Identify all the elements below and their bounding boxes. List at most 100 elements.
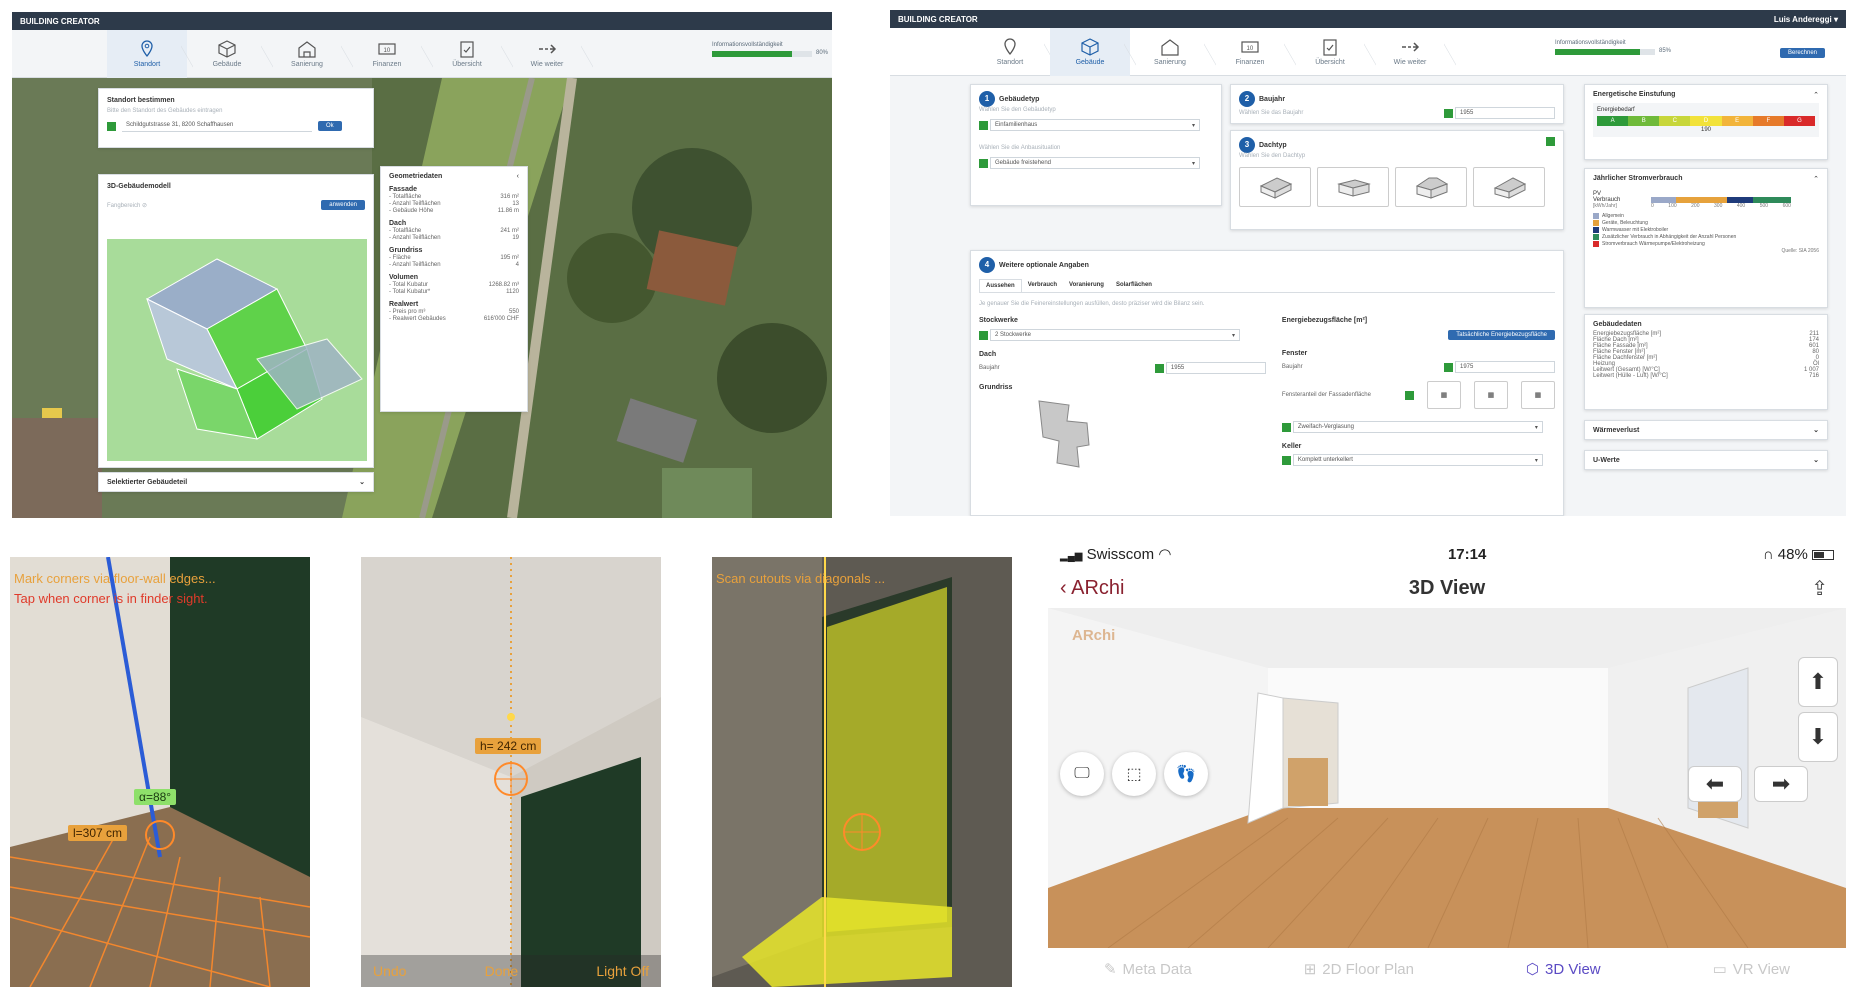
heat-loss-dropdown[interactable]: Wärmeverlust ⌄: [1584, 420, 1828, 440]
chevron-up-icon[interactable]: ⌃: [1813, 91, 1819, 99]
building-data-card: Gebäudedaten Energiebezugsfläche [m²] 211…: [1584, 314, 1828, 410]
u-values-dropdown[interactable]: U-Werte ⌄: [1584, 450, 1828, 470]
location-title: Standort bestimmen: [107, 97, 175, 104]
roof-year-input[interactable]: 1955: [1165, 362, 1266, 374]
eye-off-icon: ⊘: [142, 202, 148, 209]
done-button[interactable]: Done: [485, 963, 518, 979]
step-finanzen[interactable]: 10 Finanzen: [1210, 28, 1296, 76]
roof-option-gable[interactable]: [1239, 167, 1311, 207]
window-ratio-low[interactable]: ▦: [1426, 381, 1461, 409]
tab-verbrauch[interactable]: Verbrauch: [1022, 279, 1063, 292]
step-sanierung[interactable]: Sanierung: [267, 30, 353, 78]
move-down-button[interactable]: ⬇: [1798, 712, 1838, 762]
3d-building-view[interactable]: [107, 239, 367, 461]
tick-label: 200: [1691, 203, 1700, 209]
window-year-input[interactable]: 1975: [1455, 361, 1555, 373]
window-ratio-medium[interactable]: ▦: [1473, 381, 1508, 409]
geometry-section-title: Volumen: [389, 274, 419, 281]
step-gebaeude[interactable]: Gebäude: [187, 30, 273, 78]
arrow-forward-icon: [539, 44, 557, 54]
step-finanzen[interactable]: 10 Finanzen: [347, 30, 433, 78]
panel-building-creator-map: BUILDING CREATOR Standort Gebäude Sanier…: [12, 12, 832, 518]
step-standort[interactable]: Standort: [970, 28, 1056, 76]
cube-icon: [1081, 38, 1099, 56]
turn-left-button[interactable]: ⬅: [1688, 766, 1742, 802]
tab-solarflaechen[interactable]: Solarflächen: [1110, 279, 1158, 292]
fangbereich-toggle[interactable]: Fangbereich ⊘: [107, 202, 147, 209]
tab-3d-view[interactable]: ⬡ 3D View: [1526, 960, 1601, 979]
roof-option-hip[interactable]: [1395, 167, 1467, 207]
cube-icon: [218, 40, 236, 58]
step-wie-weiter[interactable]: Wie weiter: [1370, 28, 1456, 76]
completeness-indicator: Informationsvollständigkeit 85%: [1555, 40, 1672, 55]
mono-pitch-roof-icon: [1493, 177, 1527, 199]
geometry-row: - Total Kubatur 1268.82 m³: [389, 282, 519, 288]
ar-toolbar: Undo Done Light Off: [361, 955, 661, 987]
construction-year-card: 2 Baujahr Wählen Sie das Baujahr 1955: [1230, 84, 1564, 124]
address-input[interactable]: Schildgutstrasse 31, 8200 Schaffhausen: [122, 120, 312, 132]
ar-cutout-scan-view[interactable]: Scan cutouts via diagonals ...: [712, 557, 1012, 987]
legend-swatch: [1593, 213, 1599, 219]
geometry-row: - Totalfläche 316 m²: [389, 194, 519, 200]
arrow-up-icon: ⬆: [1808, 669, 1828, 694]
tab-vr-view[interactable]: ▭ VR View: [1713, 960, 1790, 979]
ok-button[interactable]: Ok: [318, 121, 342, 131]
geometry-row-value: 241 m²: [500, 228, 519, 234]
share-icon[interactable]: ⇪: [1811, 576, 1828, 601]
footprints-icon: 👣: [1176, 766, 1196, 783]
house-window-icon: ▦: [1440, 392, 1448, 399]
calculate-button[interactable]: Berechnen: [1780, 48, 1826, 58]
light-off-button[interactable]: Light Off: [596, 963, 649, 979]
legend-label: Stromverbrauch Wärmepumpe/Elektroheizung: [1602, 241, 1705, 247]
tab-aussehen[interactable]: Aussehen: [979, 279, 1022, 292]
turn-right-button[interactable]: ➡: [1754, 766, 1808, 802]
chevron-left-icon[interactable]: ‹: [517, 173, 519, 180]
attachment-select[interactable]: Gebäude freistehend ▾: [989, 157, 1200, 169]
selected-part-dropdown[interactable]: Selektierter Gebäudeteil ⌄: [98, 472, 374, 492]
basement-select[interactable]: Komplett unterkellert ▾: [1292, 454, 1543, 466]
apply-button[interactable]: anwenden: [321, 200, 365, 210]
energy-class-e: E: [1721, 116, 1753, 126]
roof-option-flat[interactable]: [1317, 167, 1389, 207]
construction-year-input[interactable]: 1955: [1455, 107, 1555, 119]
svg-text:10: 10: [1247, 46, 1254, 52]
geometry-row: - Total Kubatur* 1120: [389, 289, 519, 295]
tab-voranierung[interactable]: Voranierung: [1063, 279, 1110, 292]
roof-option-mono[interactable]: [1473, 167, 1545, 207]
building-type-select[interactable]: Einfamilienhaus ▾: [989, 119, 1200, 131]
tab-meta-data[interactable]: ✎ Meta Data: [1104, 960, 1192, 979]
ar-corner-marking-view[interactable]: Mark corners via floor-wall edges... Tap…: [10, 557, 310, 987]
completeness-bar: [1555, 49, 1655, 55]
flat-roof-icon: [1337, 179, 1371, 197]
actual-ebf-button[interactable]: Tatsächliche Energiebezugsfläche: [1448, 330, 1555, 340]
step-uebersicht[interactable]: Übersicht: [1290, 28, 1376, 76]
step-wie-weiter[interactable]: Wie weiter: [507, 30, 593, 78]
window-ratio-high[interactable]: ▦: [1520, 381, 1555, 409]
glazing-select[interactable]: Zweifach-Verglasung ▾: [1292, 421, 1543, 433]
user-menu[interactable]: Luis Andereggi ▾: [1774, 15, 1838, 24]
floors-select[interactable]: 2 Stockwerke ▾: [989, 329, 1240, 341]
3d-model-title: 3D-Gebäudemodell: [107, 183, 171, 190]
step-standort[interactable]: Standort: [107, 30, 193, 78]
geometry-row: - Realwert Gebäudes 616'000 CHF: [389, 316, 519, 322]
back-button[interactable]: ‹ ARchi: [1060, 577, 1124, 600]
step-navigation: Standort Gebäude Sanierung 10 Finanzen Üb…: [890, 28, 1846, 76]
undo-button[interactable]: Undo: [373, 963, 406, 979]
chevron-up-icon[interactable]: ⌃: [1813, 175, 1819, 183]
ar-height-measure-view[interactable]: h= 242 cm Undo Done Light Off: [361, 557, 661, 987]
screen-mode-button[interactable]: 🖵: [1060, 752, 1104, 796]
geometry-row-label: - Gebäude Höhe: [389, 208, 434, 214]
geometry-section-title: Realwert: [389, 301, 419, 308]
building-type-card: 1 Gebäudetyp Wählen Sie den Gebäudetyp Ei…: [970, 84, 1222, 206]
step-gebaeude[interactable]: Gebäude: [1050, 28, 1136, 76]
step-sanierung[interactable]: Sanierung: [1130, 28, 1216, 76]
walk-mode-button[interactable]: 👣: [1164, 752, 1208, 796]
box-view-button[interactable]: ⬚: [1112, 752, 1156, 796]
move-up-button[interactable]: ⬆: [1798, 657, 1838, 707]
app-header: BUILDING CREATOR: [12, 12, 832, 30]
legend-label: Allgemein: [1602, 213, 1624, 219]
tick-label: 600: [1782, 203, 1791, 209]
step-uebersicht[interactable]: Übersicht: [427, 30, 513, 78]
location-card: Standort bestimmen Bitte den Standort de…: [98, 88, 374, 148]
tab-2d-floor-plan[interactable]: ⊞ 2D Floor Plan: [1304, 960, 1414, 979]
